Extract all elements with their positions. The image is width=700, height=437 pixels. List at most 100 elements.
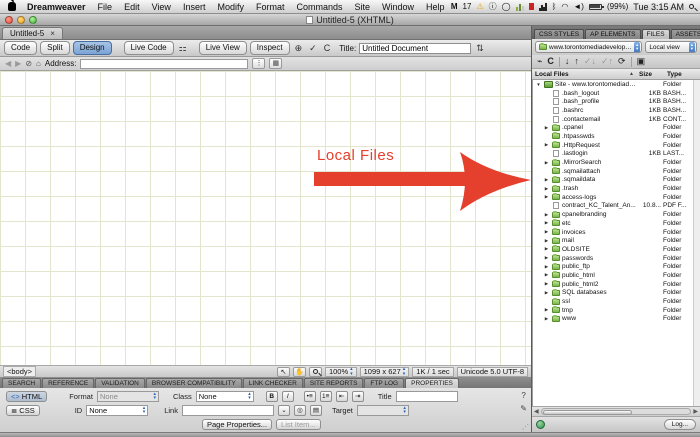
tab-search[interactable]: SEARCH bbox=[2, 378, 41, 388]
tab-reference[interactable]: REFERENCE bbox=[42, 378, 94, 388]
inspect-button[interactable]: Inspect bbox=[250, 41, 290, 55]
check-in-icon[interactable]: ✓↑ bbox=[601, 57, 613, 66]
zoom-level-select[interactable]: 100%▴▾ bbox=[325, 367, 357, 377]
select-tool-icon[interactable]: ↖ bbox=[277, 367, 290, 377]
id-select[interactable]: None▴▾ bbox=[86, 405, 148, 416]
design-view-button[interactable]: Design bbox=[73, 41, 112, 55]
sort-ascending-icon[interactable]: ▲ bbox=[629, 71, 639, 77]
synchronize-icon[interactable]: ⟳ bbox=[618, 57, 626, 66]
menu-dreamweaver[interactable]: Dreamweaver bbox=[21, 2, 92, 12]
tab-validation[interactable]: VALIDATION bbox=[95, 378, 145, 388]
file-row[interactable]: .contactemail1KBCONT... bbox=[533, 115, 693, 124]
tab-site-reports[interactable]: SITE REPORTS bbox=[304, 378, 364, 388]
file-row[interactable]: .bashrc1KBBASH... bbox=[533, 106, 693, 115]
volume-icon[interactable]: ◄) bbox=[573, 3, 584, 11]
edit-icon[interactable]: ✎ bbox=[520, 404, 527, 413]
file-row[interactable]: ▶public_htmlFolder bbox=[533, 271, 693, 280]
point-to-file-icon[interactable]: ◎ bbox=[294, 405, 306, 416]
disclosure-collapsed-icon[interactable]: ▶ bbox=[543, 264, 550, 270]
menu-modify[interactable]: Modify bbox=[211, 2, 250, 12]
file-row[interactable]: contract_KC_Talent_An...10.8...PDF F... bbox=[533, 202, 693, 211]
disclosure-collapsed-icon[interactable]: ▶ bbox=[543, 194, 550, 200]
menu-edit[interactable]: Edit bbox=[118, 2, 146, 12]
site-select[interactable]: www.torontomediadevelopme... ▴▾ bbox=[535, 41, 642, 53]
file-row[interactable]: .bash_logout1KBBASH... bbox=[533, 89, 693, 98]
sync-icon[interactable]: ◯ bbox=[502, 3, 511, 11]
apple-menu-icon[interactable] bbox=[8, 2, 16, 11]
panel-tab-assets[interactable]: ASSETS bbox=[671, 29, 700, 39]
target-select[interactable]: ▴▾ bbox=[357, 405, 409, 416]
document-tab[interactable]: Untitled-5 × bbox=[2, 27, 63, 39]
browse-folder-icon[interactable]: ▤ bbox=[310, 405, 322, 416]
refresh-files-icon[interactable]: C bbox=[547, 57, 554, 66]
disclosure-collapsed-icon[interactable]: ▶ bbox=[543, 212, 550, 218]
panel-tab-files[interactable]: FILES bbox=[642, 29, 670, 39]
disclosure-collapsed-icon[interactable]: ▶ bbox=[543, 186, 550, 192]
back-icon[interactable]: ◀ bbox=[5, 59, 11, 68]
file-row[interactable]: ▶public_html2Folder bbox=[533, 280, 693, 289]
home-icon[interactable]: ⌂ bbox=[36, 59, 41, 68]
scrollbar-thumb[interactable] bbox=[543, 410, 632, 415]
view-select[interactable]: Local view ▴▾ bbox=[645, 41, 697, 53]
vertical-scrollbar[interactable] bbox=[693, 80, 700, 406]
file-row[interactable]: ▶invoicesFolder bbox=[533, 228, 693, 237]
prop-title-input[interactable] bbox=[396, 391, 458, 402]
file-row[interactable]: ▼Site - www.torontomediade...Folder bbox=[533, 80, 693, 89]
horizontal-scrollbar[interactable]: ◀ ▶ bbox=[532, 406, 700, 416]
file-row[interactable]: ▶.HttpRequestFolder bbox=[533, 141, 693, 150]
resize-grip-icon[interactable]: ⋰ bbox=[522, 423, 529, 431]
menu-file[interactable]: File bbox=[92, 2, 119, 12]
file-row[interactable]: ▶.MirrorSearchFolder bbox=[533, 158, 693, 167]
list-item-button[interactable]: List Item... bbox=[276, 419, 321, 430]
unordered-list-button[interactable]: •≡ bbox=[304, 391, 316, 402]
check-out-icon[interactable]: ✓↓ bbox=[584, 57, 596, 66]
code-view-button[interactable]: Code bbox=[4, 41, 37, 55]
zoom-tool-icon[interactable] bbox=[309, 367, 322, 377]
bluetooth-icon[interactable]: ᛒ bbox=[552, 3, 557, 11]
file-row[interactable]: ▶.sqmaildataFolder bbox=[533, 176, 693, 185]
hand-tool-icon[interactable]: ✋ bbox=[293, 367, 306, 377]
file-row[interactable]: .sqmailattachFolder bbox=[533, 167, 693, 176]
battery-icon[interactable] bbox=[589, 4, 602, 10]
ordered-list-button[interactable]: 1≡ bbox=[320, 391, 332, 402]
italic-button[interactable]: I bbox=[282, 391, 294, 402]
file-tree[interactable]: ▼Site - www.torontomediade...Folder.bash… bbox=[532, 80, 700, 406]
stop-icon[interactable]: ⊘ bbox=[25, 59, 32, 68]
disclosure-collapsed-icon[interactable]: ▶ bbox=[543, 229, 550, 235]
tag-selector-body[interactable]: <body> bbox=[3, 366, 36, 377]
file-row[interactable]: .lastlogin1KBLAST... bbox=[533, 150, 693, 159]
menu-site[interactable]: Site bbox=[349, 2, 377, 12]
disclosure-collapsed-icon[interactable]: ▶ bbox=[543, 125, 550, 131]
file-row[interactable]: ▶OLDSITEFolder bbox=[533, 245, 693, 254]
html-mode-button[interactable]: <> HTML bbox=[6, 391, 47, 402]
address-stepper-icon[interactable]: ⋮ bbox=[252, 58, 265, 69]
disclosure-collapsed-icon[interactable]: ▶ bbox=[543, 238, 550, 244]
column-size[interactable]: Size bbox=[639, 71, 667, 78]
code-navigator-icon[interactable]: ⚏ bbox=[177, 43, 189, 54]
validate-markup-icon[interactable]: ✓ bbox=[307, 43, 319, 54]
scrollbar-track[interactable] bbox=[541, 408, 692, 415]
outdent-button[interactable]: ⇤ bbox=[336, 391, 348, 402]
cpu-graph-icon[interactable] bbox=[539, 3, 547, 11]
file-row[interactable]: .htpasswdsFolder bbox=[533, 132, 693, 141]
preview-browser-icon[interactable]: ⊕ bbox=[293, 43, 305, 54]
menu-format[interactable]: Format bbox=[250, 2, 291, 12]
disclosure-collapsed-icon[interactable]: ▶ bbox=[543, 177, 550, 183]
file-row[interactable]: ▶cpanelbrandingFolder bbox=[533, 210, 693, 219]
live-code-button[interactable]: Live Code bbox=[124, 41, 174, 55]
disclosure-collapsed-icon[interactable]: ▶ bbox=[543, 281, 550, 287]
tab-ftp-log[interactable]: FTP LOG bbox=[364, 378, 404, 388]
disclosure-expanded-icon[interactable]: ▼ bbox=[535, 82, 542, 87]
css-mode-button[interactable]: ≣ CSS bbox=[6, 405, 40, 416]
file-row[interactable]: ▶.trashFolder bbox=[533, 184, 693, 193]
disclosure-collapsed-icon[interactable]: ▶ bbox=[543, 142, 550, 148]
disclosure-collapsed-icon[interactable]: ▶ bbox=[543, 255, 550, 261]
log-button[interactable]: Log... bbox=[664, 419, 696, 430]
file-row[interactable]: ▶passwordsFolder bbox=[533, 254, 693, 263]
disclosure-collapsed-icon[interactable]: ▶ bbox=[543, 316, 550, 322]
spotlight-icon[interactable] bbox=[689, 4, 694, 9]
file-row[interactable]: .bash_profile1KBBASH... bbox=[533, 97, 693, 106]
indent-button[interactable]: ⇥ bbox=[352, 391, 364, 402]
disclosure-collapsed-icon[interactable]: ▶ bbox=[543, 272, 550, 278]
file-row[interactable]: sslFolder bbox=[533, 297, 693, 306]
